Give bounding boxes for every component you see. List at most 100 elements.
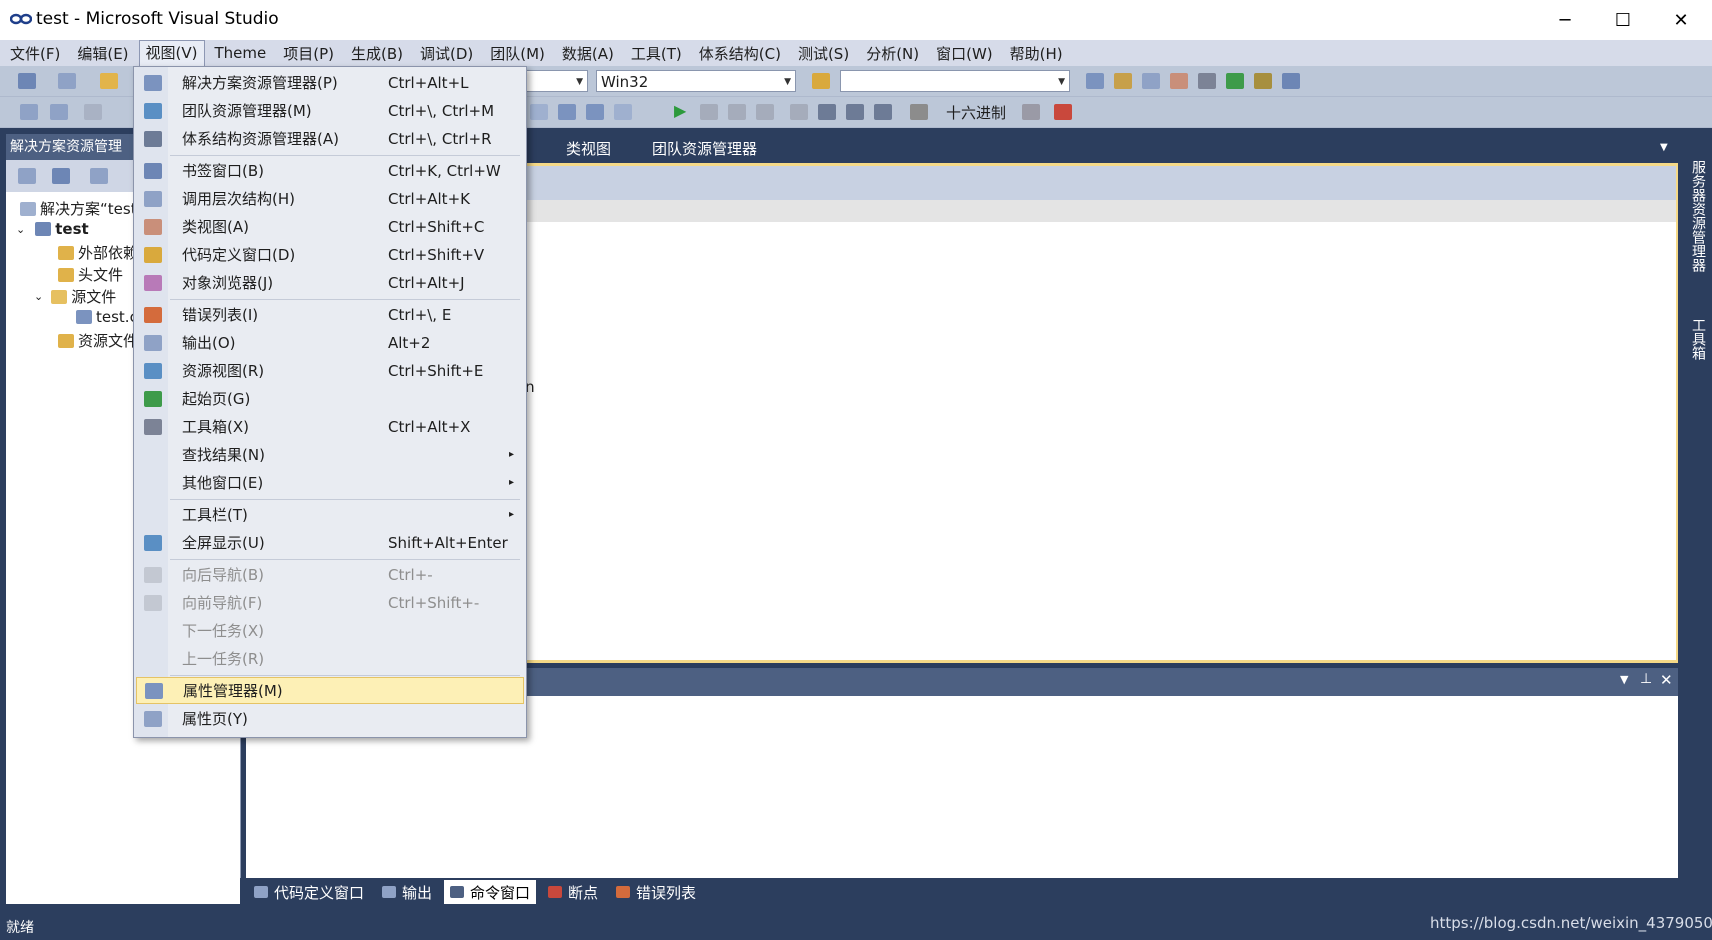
expand-chevron-icon[interactable]: ⌄: [16, 223, 25, 236]
step-over2-icon[interactable]: [846, 104, 864, 120]
menu-item-property-pages[interactable]: 属性页(Y): [136, 705, 524, 732]
threads-icon[interactable]: [1022, 104, 1040, 120]
step-into-icon[interactable]: [818, 104, 836, 120]
menu-file[interactable]: 文件(F): [3, 41, 67, 66]
tree-project[interactable]: ⌄ test: [16, 220, 89, 238]
menu-item-call-hierarchy[interactable]: 调用层次结构(H) Ctrl+Alt+K: [136, 185, 524, 212]
start-page-tb-icon[interactable]: [1226, 73, 1244, 89]
quick-watch-icon[interactable]: [910, 104, 928, 120]
menu-item-resource-view[interactable]: 资源视图(R) Ctrl+Shift+E: [136, 357, 524, 384]
menu-item-class-view[interactable]: 类视图(A) Ctrl+Shift+C: [136, 213, 524, 240]
command-window-tb-icon[interactable]: [1282, 73, 1300, 89]
menu-edit[interactable]: 编辑(E): [70, 41, 135, 66]
uncomment-icon[interactable]: [50, 104, 68, 120]
menu-item-solution-explorer[interactable]: 解决方案资源管理器(P) Ctrl+Alt+L: [136, 69, 524, 96]
open-file-icon[interactable]: [100, 73, 118, 89]
start-debugging-icon[interactable]: ▶: [674, 101, 686, 120]
platform-combo[interactable]: Win32 ▼: [596, 70, 796, 92]
pin-icon[interactable]: ⊥: [1640, 671, 1652, 687]
step-over-icon[interactable]: [558, 104, 576, 120]
menu-architecture[interactable]: 体系结构(C): [692, 41, 788, 66]
menu-item-bookmark-window[interactable]: 书签窗口(B) Ctrl+K, Ctrl+W: [136, 157, 524, 184]
menu-item-code-definition[interactable]: 代码定义窗口(D) Ctrl+Shift+V: [136, 241, 524, 268]
expand-chevron-icon[interactable]: ⌄: [34, 290, 43, 303]
menu-item-navigate-forward[interactable]: 向前导航(F) Ctrl+Shift+-: [136, 589, 524, 616]
menu-item-previous-task[interactable]: 上一任务(R): [136, 645, 524, 672]
menu-view[interactable]: 视图(V): [138, 40, 205, 66]
menu-item-object-browser[interactable]: 对象浏览器(J) Ctrl+Alt+J: [136, 269, 524, 296]
step-out2-icon[interactable]: [874, 104, 892, 120]
properties-icon[interactable]: [18, 168, 36, 184]
object-browser-tb-icon[interactable]: [1142, 73, 1160, 89]
close-button[interactable]: ✕: [1652, 0, 1710, 40]
menu-item-full-screen[interactable]: 全屏显示(U) Shift+Alt+Enter: [136, 529, 524, 556]
tab-class-view[interactable]: 类视图: [566, 138, 611, 159]
stop-icon[interactable]: [728, 104, 746, 120]
menu-item-navigate-backward[interactable]: 向后导航(B) Ctrl+-: [136, 561, 524, 588]
bookmark-tb-icon[interactable]: [84, 104, 102, 120]
toolbox-tb-icon[interactable]: [1198, 73, 1216, 89]
menu-test[interactable]: 测试(S): [791, 41, 856, 66]
breakpoint-tb-icon[interactable]: [614, 104, 632, 120]
menu-item-toolbox[interactable]: 工具箱(X) Ctrl+Alt+X: [136, 413, 524, 440]
menu-item-next-task[interactable]: 下一任务(X): [136, 617, 524, 644]
menu-item-toolbars[interactable]: 工具栏(T) ▸: [136, 501, 524, 528]
pause-icon[interactable]: [700, 104, 718, 120]
show-next-statement-icon[interactable]: [790, 104, 808, 120]
menu-window[interactable]: 窗口(W): [929, 41, 1000, 66]
tab-overflow-icon[interactable]: ▼: [1660, 142, 1668, 153]
find-in-files-icon[interactable]: [812, 73, 830, 89]
tree-source-files[interactable]: ⌄ 源文件: [34, 286, 116, 307]
hex-display-toggle[interactable]: 十六进制: [946, 102, 1006, 123]
properties-tb-icon[interactable]: [1114, 73, 1132, 89]
tab-breakpoints[interactable]: 断点: [548, 880, 598, 904]
tree-solution[interactable]: 解决方案“test: [20, 198, 137, 219]
comment-icon[interactable]: [20, 104, 38, 120]
class-view-tb-icon[interactable]: [1170, 73, 1188, 89]
extension-manager-tb-icon[interactable]: [1254, 73, 1272, 89]
solution-explorer-tb-icon[interactable]: [1086, 73, 1104, 89]
menu-item-label: 全屏显示(U): [182, 534, 265, 552]
tree-file-test-c[interactable]: test.c: [76, 308, 138, 326]
tab-command-window[interactable]: 命令窗口: [444, 880, 537, 904]
tree-resource-files[interactable]: 资源文件: [58, 330, 138, 351]
tab-team-explorer[interactable]: 团队资源管理器: [652, 138, 757, 159]
refresh-icon[interactable]: [90, 168, 108, 184]
tree-external-deps[interactable]: 外部依赖: [58, 242, 138, 263]
menu-analyze[interactable]: 分析(N): [859, 41, 926, 66]
new-project-icon[interactable]: [18, 73, 36, 89]
restart-icon[interactable]: [756, 104, 774, 120]
menu-item-property-manager[interactable]: 属性管理器(M): [136, 677, 524, 704]
add-item-icon[interactable]: [58, 73, 76, 89]
menu-item-start-page[interactable]: 起始页(G): [136, 385, 524, 412]
tab-error-list[interactable]: 错误列表: [616, 880, 696, 904]
menu-item-error-list[interactable]: 错误列表(I) Ctrl+\, E: [136, 301, 524, 328]
menu-team[interactable]: 团队(M): [483, 41, 552, 66]
menu-theme[interactable]: Theme: [208, 42, 274, 64]
menu-data[interactable]: 数据(A): [555, 41, 621, 66]
menu-tools[interactable]: 工具(T): [624, 41, 689, 66]
menu-item-team-explorer[interactable]: 团队资源管理器(M) Ctrl+\, Ctrl+M: [136, 97, 524, 124]
menu-item-find-results[interactable]: 查找结果(N) ▸: [136, 441, 524, 468]
menu-build[interactable]: 生成(B): [344, 41, 410, 66]
show-all-files-icon[interactable]: [52, 168, 70, 184]
menu-help[interactable]: 帮助(H): [1003, 41, 1070, 66]
tab-toolbox[interactable]: 工具箱: [1688, 318, 1708, 360]
tree-header-files[interactable]: 头文件: [58, 264, 123, 285]
close-panel-icon[interactable]: ✕: [1660, 671, 1673, 689]
menu-item-architecture-explorer[interactable]: 体系结构资源管理器(A) Ctrl+\, Ctrl+R: [136, 125, 524, 152]
breakpoints-window-icon[interactable]: [1054, 104, 1072, 120]
menu-project[interactable]: 项目(P): [276, 41, 341, 66]
tab-output[interactable]: 输出: [382, 880, 432, 904]
tab-code-definition[interactable]: 代码定义窗口: [254, 880, 364, 904]
menu-debug[interactable]: 调试(D): [413, 41, 480, 66]
window-menu-icon[interactable]: ▼: [1620, 673, 1628, 686]
find-combo[interactable]: ▼: [840, 70, 1070, 92]
step-out-icon[interactable]: [586, 104, 604, 120]
menu-item-output[interactable]: 输出(O) Alt+2: [136, 329, 524, 356]
minimize-button[interactable]: ─: [1536, 0, 1594, 40]
maximize-button[interactable]: ☐: [1594, 0, 1652, 40]
tab-server-explorer[interactable]: 服务器资源管理器: [1688, 160, 1708, 272]
menu-item-other-windows[interactable]: 其他窗口(E) ▸: [136, 469, 524, 496]
step-icon[interactable]: [530, 104, 548, 120]
